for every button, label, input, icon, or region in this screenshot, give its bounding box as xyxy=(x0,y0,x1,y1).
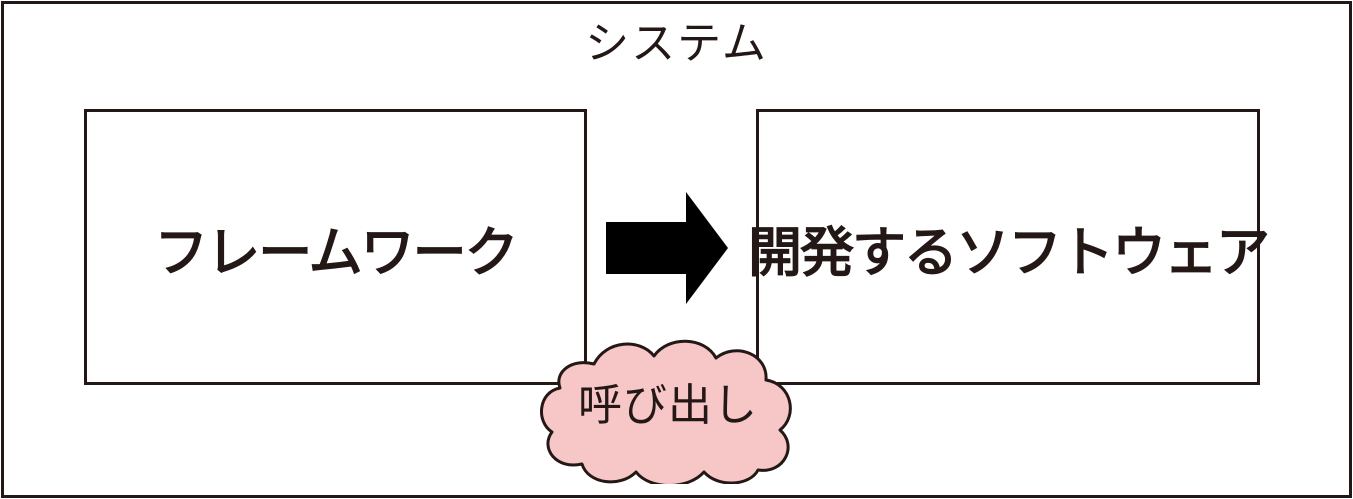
system-label: システム xyxy=(585,18,768,69)
callout-label: 呼び出し xyxy=(578,380,758,431)
framework-label: フレームワーク xyxy=(154,220,518,284)
software-label: 開発するソフトウェア xyxy=(748,220,1270,284)
framework-box: フレームワーク xyxy=(84,109,587,385)
software-box: 開発するソフトウェア xyxy=(748,109,1270,385)
right-arrow-icon xyxy=(606,192,728,304)
